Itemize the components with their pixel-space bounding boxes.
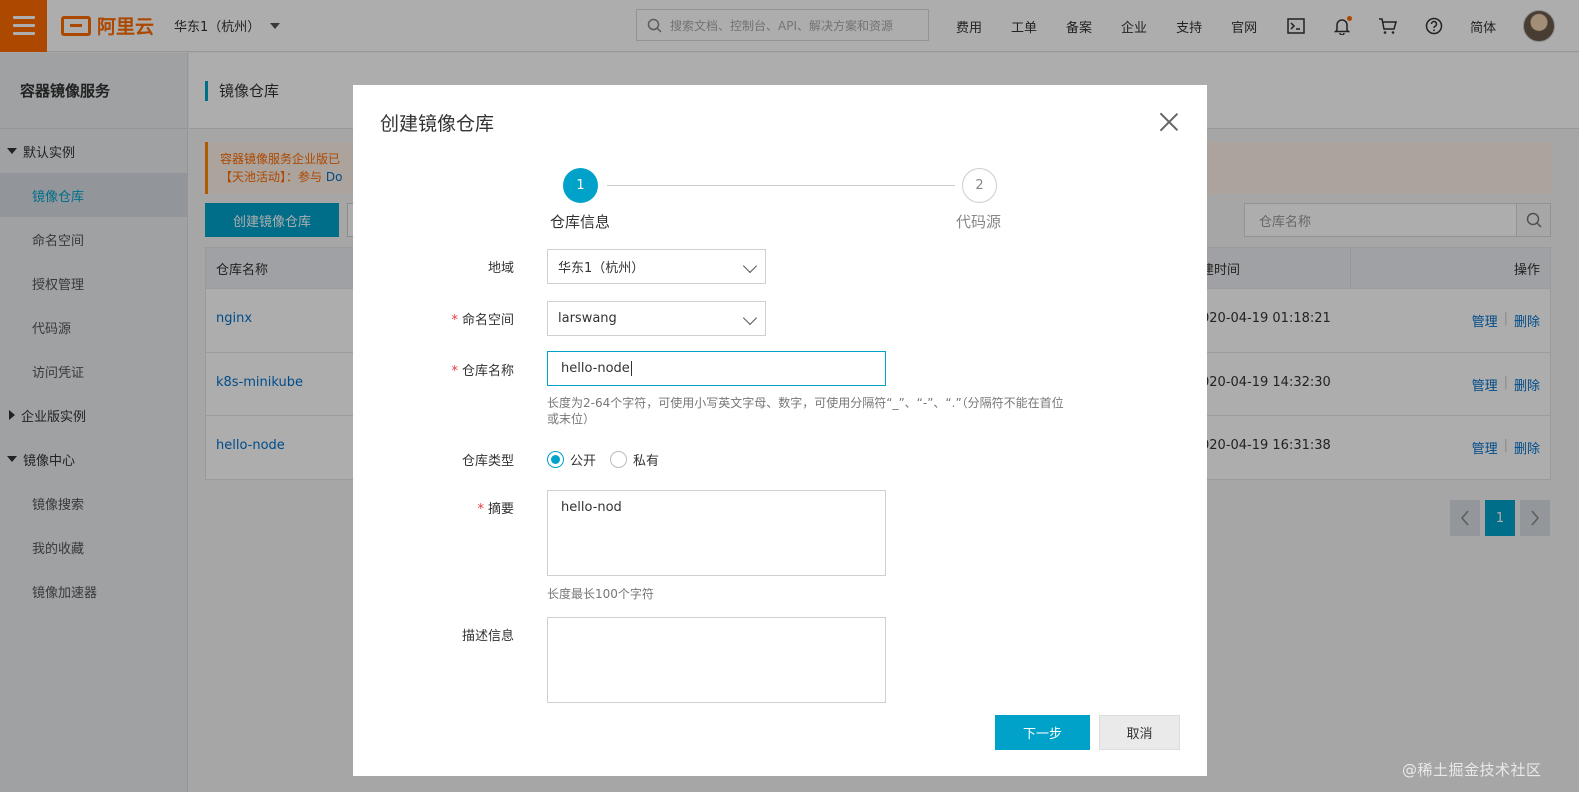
repo-name-hint: 长度为2-64个字符，可使用小写英文字母、数字，可使用分隔符“_”、“-”、“.…	[547, 395, 1117, 427]
repo-name-label-text: 仓库名称	[461, 364, 514, 379]
required-marker: *	[477, 502, 484, 517]
repo-name-hint-line-2: 或末位）	[547, 412, 596, 426]
repo-name-field-label: * 仓库名称	[414, 360, 514, 379]
summary-label-text: 摘要	[487, 502, 514, 517]
text-cursor	[630, 361, 632, 376]
step-1-label: 仓库信息	[550, 213, 611, 231]
summary-textarea[interactable]: hello-nod	[547, 490, 886, 576]
required-marker: *	[451, 313, 458, 328]
summary-field-label: * 摘要	[414, 498, 514, 517]
radio-private[interactable]	[610, 451, 628, 468]
watermark: @稀土掘金技术社区	[1402, 761, 1542, 779]
step-2-indicator: 2	[962, 168, 997, 203]
repo-name-hint-line-1: 长度为2-64个字符，可使用小写英文字母、数字，可使用分隔符“_”、“-”、“.…	[547, 396, 1064, 410]
cancel-button[interactable]: 取消	[1099, 715, 1180, 750]
description-field-label: 描述信息	[461, 629, 514, 644]
region-select-value: 华东1（杭州）	[558, 261, 645, 276]
namespace-select[interactable]: larswang	[547, 301, 766, 336]
next-step-button[interactable]: 下一步	[995, 715, 1090, 750]
dialog-title: 创建镜像仓库	[380, 113, 495, 135]
namespace-field-label: * 命名空间	[414, 309, 514, 328]
namespace-select-value: larswang	[558, 311, 617, 326]
namespace-label-text: 命名空间	[461, 313, 514, 328]
radio-private-label[interactable]: 私有	[633, 450, 659, 469]
chevron-down-icon	[742, 258, 758, 274]
description-textarea[interactable]	[547, 617, 886, 703]
repo-name-input-value: hello-node	[561, 361, 630, 376]
step-connector	[607, 185, 955, 186]
chevron-down-icon	[742, 310, 758, 326]
radio-public[interactable]	[547, 451, 564, 468]
repo-type-radio-group: 公开 私有	[547, 450, 659, 469]
radio-public-label[interactable]: 公开	[570, 450, 596, 469]
region-select[interactable]: 华东1（杭州）	[547, 249, 766, 284]
step-2-label: 代码源	[956, 213, 1002, 231]
step-1-indicator: 1	[563, 168, 598, 203]
create-repo-dialog: 创建镜像仓库 1 2 仓库信息 代码源 地域 华东1（杭州） * 命名空间 lar…	[353, 85, 1207, 776]
required-marker: *	[451, 364, 458, 379]
summary-hint: 长度最长100个字符	[547, 587, 654, 601]
repo-type-field-label: 仓库类型	[461, 454, 514, 469]
close-icon[interactable]	[1159, 112, 1179, 132]
region-field-label: 地域	[487, 261, 514, 276]
repo-name-input[interactable]: hello-node	[547, 351, 886, 386]
